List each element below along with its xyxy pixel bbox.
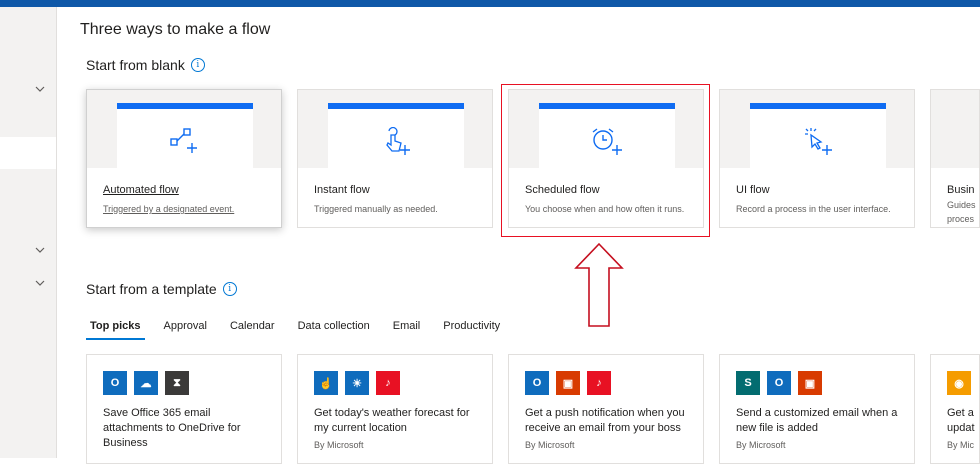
onedrive-icon: ☁ bbox=[134, 371, 158, 395]
template-card[interactable]: O ▣ ♪ Get a push notification when you r… bbox=[508, 354, 704, 464]
outlook-icon: O bbox=[767, 371, 791, 395]
tab-approval[interactable]: Approval bbox=[160, 316, 211, 338]
top-accent-bar bbox=[0, 0, 980, 7]
tab-productivity[interactable]: Productivity bbox=[439, 316, 504, 338]
template-title: Send a customized email when a new file … bbox=[736, 407, 898, 434]
card-title: Instant flow bbox=[314, 184, 370, 196]
card-illustration bbox=[328, 103, 464, 168]
blank-section-title: Start from blank i bbox=[86, 57, 205, 73]
touch-button-icon: ☝ bbox=[314, 371, 338, 395]
card-subtitle: Triggered manually as needed. bbox=[314, 204, 438, 214]
automated-flow-card[interactable]: Automated flow Triggered by a designated… bbox=[86, 89, 282, 228]
chevron-down-icon[interactable] bbox=[34, 277, 46, 289]
chevron-down-icon[interactable] bbox=[34, 83, 46, 95]
info-icon[interactable]: i bbox=[190, 58, 205, 72]
automated-flow-icon bbox=[170, 127, 200, 158]
card-subtitle-line2: proces bbox=[947, 214, 975, 224]
office-icon: ▣ bbox=[556, 371, 580, 395]
office-icon: ▣ bbox=[798, 371, 822, 395]
card-header bbox=[931, 90, 979, 168]
template-card[interactable]: S O ▣ Send a customized email when a new… bbox=[719, 354, 915, 464]
instant-touch-icon bbox=[381, 126, 411, 160]
instant-flow-card[interactable]: Instant flow Triggered manually as neede… bbox=[297, 89, 493, 228]
template-title: Save Office 365 email attachments to One… bbox=[103, 407, 241, 449]
notification-bell-icon: ♪ bbox=[587, 371, 611, 395]
card-title: UI flow bbox=[736, 184, 770, 196]
card-title: Busin bbox=[947, 184, 975, 196]
up-arrow-annotation bbox=[574, 242, 624, 327]
outlook-icon: O bbox=[103, 371, 127, 395]
template-author: By Microsoft bbox=[314, 440, 364, 450]
tab-top-picks[interactable]: Top picks bbox=[86, 316, 145, 340]
left-nav bbox=[0, 7, 57, 458]
cursor-click-icon bbox=[803, 127, 833, 160]
business-flow-card[interactable]: Busin Guides proces bbox=[930, 89, 980, 228]
notification-bell-icon: ♪ bbox=[376, 371, 400, 395]
tab-calendar[interactable]: Calendar bbox=[226, 316, 279, 338]
card-illustration bbox=[750, 103, 886, 168]
rss-icon: ◉ bbox=[947, 371, 971, 395]
card-illustration bbox=[117, 103, 253, 168]
card-subtitle: Record a process in the user interface. bbox=[736, 204, 891, 214]
page-title: Three ways to make a flow bbox=[80, 21, 271, 38]
template-title-line2: updat bbox=[947, 422, 975, 434]
template-title: Get today's weather forecast for my curr… bbox=[314, 407, 470, 434]
outlook-icon: O bbox=[525, 371, 549, 395]
sharepoint-icon: S bbox=[736, 371, 760, 395]
template-author: By Microsoft bbox=[736, 440, 786, 450]
card-subtitle: Triggered by a designated event. bbox=[103, 204, 235, 214]
card-title: Automated flow bbox=[103, 184, 179, 196]
hourglass-icon: ⧗ bbox=[165, 371, 189, 395]
ui-flow-card[interactable]: UI flow Record a process in the user int… bbox=[719, 89, 915, 228]
card-subtitle: Guides bbox=[947, 200, 976, 210]
template-tabs: Top picks Approval Calendar Data collect… bbox=[86, 316, 519, 340]
template-title: Get a push notification when you receive… bbox=[525, 407, 685, 434]
template-card[interactable]: O ☁ ⧗ Save Office 365 email attachments … bbox=[86, 354, 282, 464]
weather-sun-icon: ☀ bbox=[345, 371, 369, 395]
nav-selected-row[interactable] bbox=[0, 137, 56, 169]
template-author: By Microsoft bbox=[525, 440, 575, 450]
tab-email[interactable]: Email bbox=[389, 316, 425, 338]
template-title: Get a bbox=[947, 407, 974, 419]
template-section-title: Start from a template i bbox=[86, 281, 237, 297]
template-author: By Mic bbox=[947, 440, 974, 450]
template-card[interactable]: ☝ ☀ ♪ Get today's weather forecast for m… bbox=[297, 354, 493, 464]
chevron-down-icon[interactable] bbox=[34, 244, 46, 256]
tab-data-collection[interactable]: Data collection bbox=[294, 316, 374, 338]
info-icon[interactable]: i bbox=[222, 282, 237, 296]
blank-section-label: Start from blank bbox=[86, 57, 185, 73]
highlight-box bbox=[501, 84, 710, 237]
template-section-label: Start from a template bbox=[86, 281, 217, 297]
template-card[interactable]: ◉ Get a updat By Mic bbox=[930, 354, 980, 464]
